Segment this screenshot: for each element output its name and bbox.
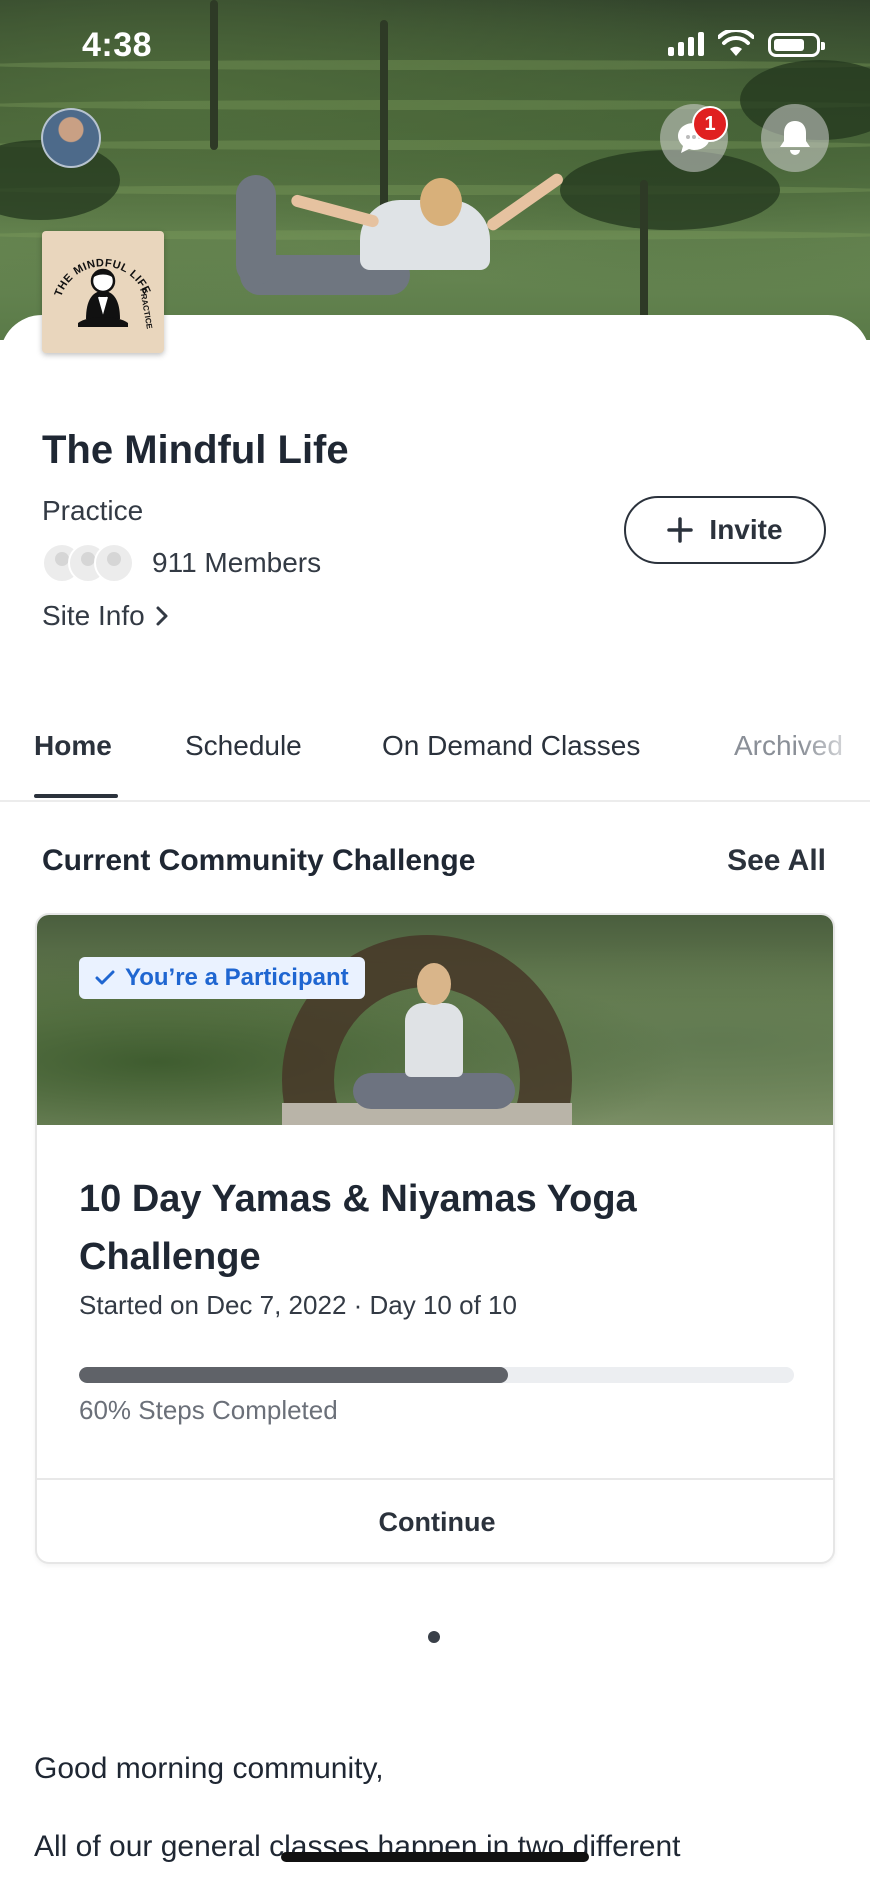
carousel-page-indicator <box>428 1631 440 1643</box>
status-time: 4:38 <box>82 26 153 64</box>
bell-icon <box>780 121 810 155</box>
members-count: 911 Members <box>152 547 322 578</box>
members-summary[interactable]: 911 Members <box>42 543 321 583</box>
progress-label: 60% Steps Completed <box>79 1395 338 1425</box>
notification-badge: 1 <box>692 106 728 142</box>
signal-icon <box>668 32 704 56</box>
member-avatar <box>94 543 134 583</box>
tab-home[interactable]: Home <box>34 730 112 762</box>
tab-bar: Home Schedule On Demand Classes Archived <box>0 730 870 802</box>
invite-button[interactable]: Invite <box>624 496 826 564</box>
post-greeting: Good morning community, <box>34 1752 384 1785</box>
participant-badge: You’re a Participant <box>79 957 365 999</box>
progress-fill <box>79 1367 508 1383</box>
notifications-button[interactable] <box>761 104 829 172</box>
invite-label: Invite <box>709 514 783 545</box>
svg-text:THE MINDFUL LIFE: THE MINDFUL LIFE <box>53 257 153 298</box>
logo-text: THE MINDFUL LIFE PRACTICE <box>53 257 155 330</box>
active-tab-indicator <box>34 794 118 798</box>
check-icon <box>95 970 115 985</box>
site-info-link[interactable]: Site Info <box>42 600 169 632</box>
progress-bar <box>79 1367 794 1383</box>
site-subtitle: Practice <box>42 495 144 526</box>
tab-on-demand-classes[interactable]: On Demand Classes <box>382 730 640 762</box>
site-logo: THE MINDFUL LIFE PRACTICE <box>42 231 164 353</box>
challenge-card[interactable]: You’re a Participant 10 Day Yamas & Niya… <box>35 913 835 1564</box>
svg-text:PRACTICE: PRACTICE <box>138 288 154 330</box>
home-indicator <box>281 1852 589 1862</box>
challenge-image: You’re a Participant <box>37 915 833 1125</box>
site-info-label: Site Info <box>42 600 145 631</box>
status-bar: 4:38 <box>0 0 870 90</box>
tab-schedule[interactable]: Schedule <box>185 730 302 762</box>
challenge-meta: Started on Dec 7, 2022 · Day 10 of 10 <box>79 1290 517 1320</box>
site-title: The Mindful Life <box>42 428 349 472</box>
continue-button[interactable]: Continue <box>37 1480 833 1562</box>
challenge-title: 10 Day Yamas & Niyamas Yoga Challenge <box>79 1178 637 1278</box>
wifi-icon <box>718 30 754 56</box>
participant-label: You’re a Participant <box>125 964 349 991</box>
see-all-link[interactable]: See All <box>727 844 826 878</box>
section-title: Current Community Challenge <box>42 844 476 877</box>
chevron-right-icon <box>156 606 168 626</box>
battery-icon <box>768 33 825 57</box>
plus-icon <box>667 517 694 543</box>
user-avatar[interactable] <box>41 108 101 168</box>
tab-fade <box>800 730 870 796</box>
